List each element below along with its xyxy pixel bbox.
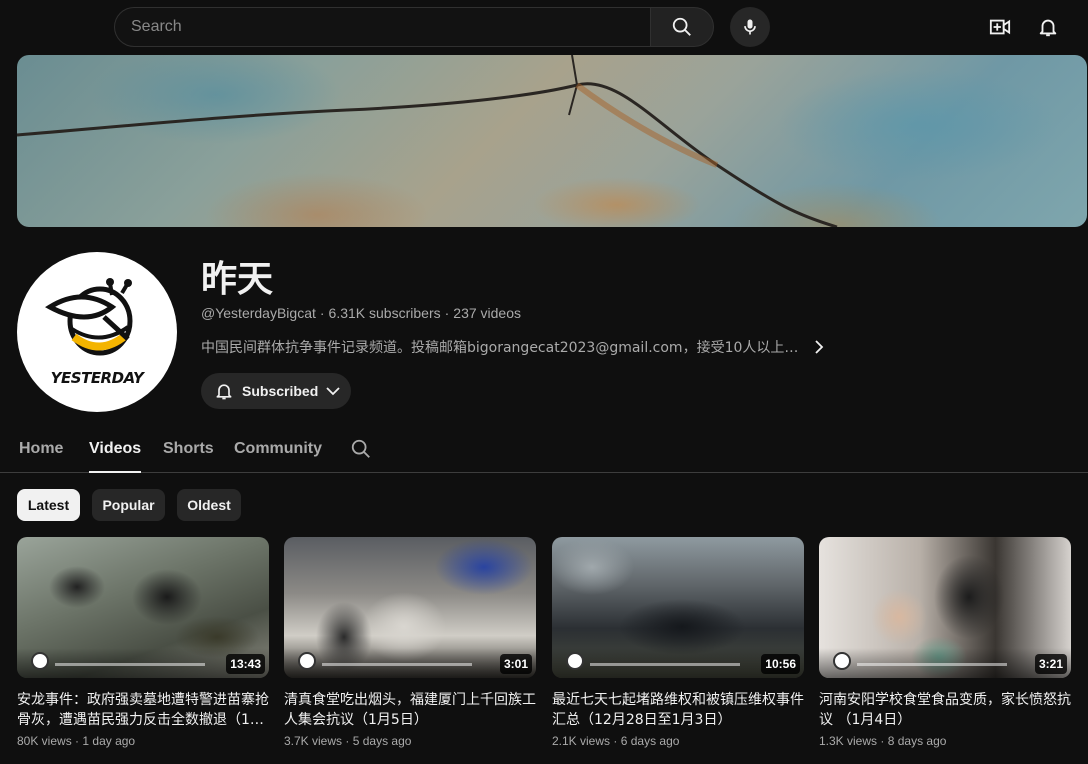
channel-description-text: 中国民间群体抗争事件记录频道。投稿邮箱bigorangecat2023@gmai… bbox=[201, 340, 799, 356]
avatar-logo-text: YESTERDAY bbox=[50, 369, 144, 387]
video-meta: 1.3K views · 8 days ago bbox=[819, 734, 1071, 748]
video-title[interactable]: 河南安阳学校食堂食品变质，家长愤怒抗议 （1月4日） bbox=[819, 690, 1071, 730]
search-box[interactable] bbox=[114, 7, 651, 47]
video-age: 8 days ago bbox=[887, 734, 947, 748]
meta-separator: · bbox=[75, 734, 80, 748]
channel-description[interactable]: 中国民间群体抗争事件记录频道。投稿邮箱bigorangecat2023@gmai… bbox=[201, 337, 824, 357]
thumbnail-caption-strip bbox=[857, 663, 1007, 666]
voice-search-button[interactable] bbox=[730, 7, 770, 47]
channel-watermark-icon bbox=[566, 652, 584, 670]
channel-meta: @YesterdayBigcat · 6.31K subscribers · 2… bbox=[201, 305, 521, 321]
chevron-down-icon bbox=[326, 387, 340, 396]
subscriber-count: 6.31K subscribers bbox=[328, 305, 441, 321]
video-thumbnail[interactable]: 3:21 bbox=[819, 537, 1071, 678]
video-age: 1 day ago bbox=[82, 734, 136, 748]
channel-search-button[interactable] bbox=[350, 438, 372, 460]
video-views: 80K views bbox=[17, 734, 72, 748]
video-title[interactable]: 最近七天七起堵路维权和被镇压维权事件汇总（12月28日至1月3日） bbox=[552, 690, 804, 730]
video-title[interactable]: 清真食堂吃出烟头，福建厦门上千回族工人集会抗议（1月5日） bbox=[284, 690, 536, 730]
video-age: 5 days ago bbox=[352, 734, 412, 748]
channel-watermark-icon bbox=[833, 652, 851, 670]
video-duration: 3:21 bbox=[1034, 654, 1067, 674]
video-duration: 13:43 bbox=[226, 654, 265, 674]
video-card[interactable]: 10:56 最近七天七起堵路维权和被镇压维权事件汇总（12月28日至1月3日） … bbox=[552, 537, 804, 748]
bell-icon bbox=[216, 384, 232, 400]
video-meta: 3.7K views · 5 days ago bbox=[284, 734, 536, 748]
subscribed-button[interactable]: Subscribed bbox=[201, 373, 351, 409]
thumbnail-caption-strip bbox=[322, 663, 472, 666]
video-views: 2.1K views bbox=[552, 734, 611, 748]
video-title[interactable]: 安龙事件：政府强卖墓地遭特警进苗寨抢骨灰，遭遇苗民强力反击全数撤退（1月7日） bbox=[17, 690, 269, 730]
tab-community[interactable]: Community bbox=[234, 440, 322, 472]
video-count: 237 videos bbox=[453, 305, 521, 321]
video-age: 6 days ago bbox=[620, 734, 680, 748]
channel-handle: @YesterdayBigcat bbox=[201, 305, 316, 321]
channel-watermark-icon bbox=[31, 652, 49, 670]
video-duration: 10:56 bbox=[761, 654, 800, 674]
search-icon bbox=[351, 439, 370, 458]
search-input[interactable] bbox=[131, 18, 651, 36]
meta-separator: · bbox=[613, 734, 618, 748]
chip-popular[interactable]: Popular bbox=[92, 489, 165, 521]
video-card[interactable]: 3:21 河南安阳学校食堂食品变质，家长愤怒抗议 （1月4日） 1.3K vie… bbox=[819, 537, 1071, 748]
bee-logo-icon bbox=[45, 278, 133, 356]
search-button[interactable] bbox=[650, 7, 714, 47]
video-thumbnail[interactable]: 13:43 bbox=[17, 537, 269, 678]
tab-home[interactable]: Home bbox=[19, 440, 63, 472]
bell-icon bbox=[1039, 19, 1057, 37]
video-card[interactable]: 13:43 安龙事件：政府强卖墓地遭特警进苗寨抢骨灰，遭遇苗民强力反击全数撤退（… bbox=[17, 537, 269, 748]
channel-watermark-icon bbox=[298, 652, 316, 670]
meta-separator: · bbox=[444, 305, 450, 321]
meta-separator: · bbox=[345, 734, 350, 748]
notifications-button[interactable] bbox=[1028, 7, 1068, 47]
chevron-right-icon[interactable] bbox=[814, 340, 824, 354]
subscribed-label: Subscribed bbox=[242, 383, 319, 399]
video-meta: 80K views · 1 day ago bbox=[17, 734, 269, 748]
channel-name: 昨天 bbox=[201, 259, 274, 300]
video-card[interactable]: 3:01 清真食堂吃出烟头，福建厦门上千回族工人集会抗议（1月5日） 3.7K … bbox=[284, 537, 536, 748]
meta-separator: · bbox=[880, 734, 885, 748]
chip-latest[interactable]: Latest bbox=[17, 489, 80, 521]
video-add-icon bbox=[989, 19, 1011, 35]
channel-banner bbox=[17, 55, 1087, 227]
tab-videos[interactable]: Videos bbox=[89, 440, 142, 473]
video-views: 1.3K views bbox=[819, 734, 878, 748]
channel-tabs: Home Videos Shorts Community bbox=[0, 424, 1088, 473]
channel-avatar: YESTERDAY bbox=[17, 252, 177, 412]
thumbnail-caption-strip bbox=[55, 663, 205, 666]
meta-separator: · bbox=[319, 305, 325, 321]
mic-icon bbox=[744, 19, 756, 35]
create-button[interactable] bbox=[980, 7, 1020, 47]
video-thumbnail[interactable]: 3:01 bbox=[284, 537, 536, 678]
tab-shorts[interactable]: Shorts bbox=[163, 440, 214, 472]
video-duration: 3:01 bbox=[499, 654, 532, 674]
video-meta: 2.1K views · 6 days ago bbox=[552, 734, 804, 748]
thumbnail-caption-strip bbox=[590, 663, 740, 666]
search-icon bbox=[672, 17, 691, 36]
chip-oldest[interactable]: Oldest bbox=[177, 489, 241, 521]
video-views: 3.7K views bbox=[284, 734, 343, 748]
top-bar bbox=[0, 0, 1088, 54]
video-thumbnail[interactable]: 10:56 bbox=[552, 537, 804, 678]
